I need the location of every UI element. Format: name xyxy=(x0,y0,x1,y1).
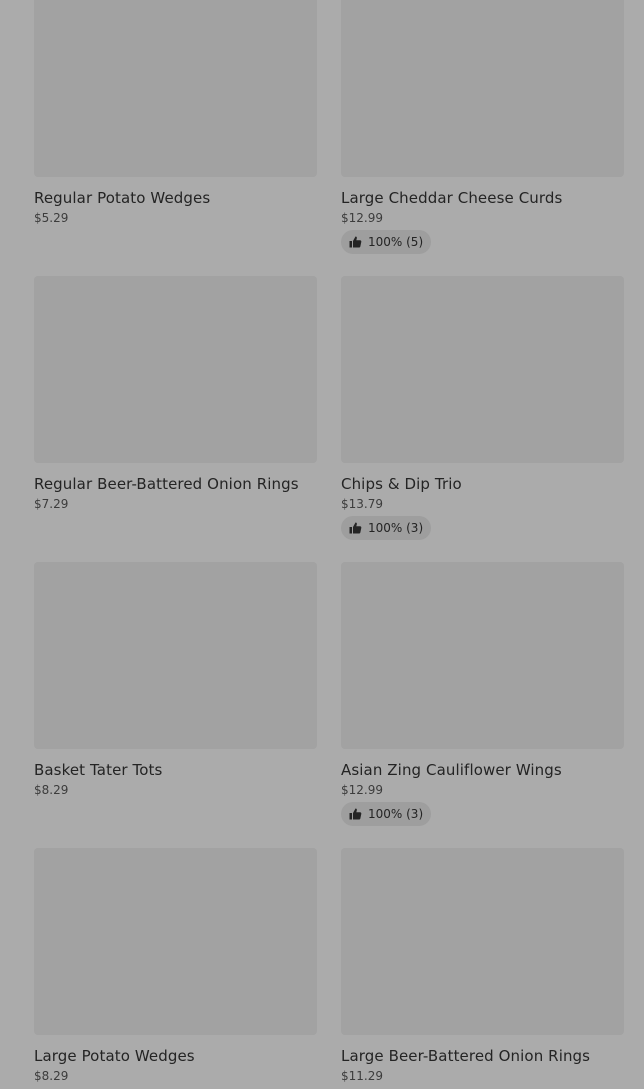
item-name: Basket Tater Tots xyxy=(34,761,163,779)
menu-item-card[interactable]: Large Beer-Battered Onion Rings $11.29 xyxy=(341,848,624,1083)
rating-badge: 100% (3) xyxy=(341,516,432,540)
item-image[interactable] xyxy=(341,276,624,463)
item-name: Regular Beer-Battered Onion Rings xyxy=(34,475,299,493)
item-name: Chips & Dip Trio xyxy=(341,475,462,493)
item-price: $7.29 xyxy=(34,497,69,511)
menu-item-card[interactable]: Large Potato Wedges $8.29 xyxy=(34,848,317,1083)
thumbs-up-icon xyxy=(349,808,362,820)
item-price: $11.29 xyxy=(341,1069,383,1083)
menu-item-card[interactable]: Large Cheddar Cheese Curds $12.99 100% (… xyxy=(341,0,624,254)
thumbs-up-icon xyxy=(349,522,362,534)
menu-item-card[interactable]: Chips & Dip Trio $13.79 100% (3) xyxy=(341,276,624,540)
item-name: Regular Potato Wedges xyxy=(34,189,211,207)
item-image[interactable] xyxy=(341,562,624,749)
rating-text: 100% (3) xyxy=(368,807,424,821)
item-image[interactable] xyxy=(341,0,624,177)
rating-text: 100% (3) xyxy=(368,521,424,535)
menu-item-grid: Regular Potato Wedges $5.29 Large Chedda… xyxy=(0,0,644,1089)
menu-item-card[interactable]: Basket Tater Tots $8.29 xyxy=(34,562,317,797)
item-name: Asian Zing Cauliflower Wings xyxy=(341,761,562,779)
item-name: Large Beer-Battered Onion Rings xyxy=(341,1047,591,1065)
item-price: $13.79 xyxy=(341,497,383,511)
item-image[interactable] xyxy=(34,0,317,177)
rating-badge: 100% (5) xyxy=(341,230,432,254)
rating-badge: 100% (3) xyxy=(341,802,432,826)
item-price: $12.99 xyxy=(341,211,383,225)
menu-item-card[interactable]: Regular Beer-Battered Onion Rings $7.29 xyxy=(34,276,317,511)
item-image[interactable] xyxy=(34,562,317,749)
item-price: $5.29 xyxy=(34,211,69,225)
item-price: $8.29 xyxy=(34,783,69,797)
item-name: Large Cheddar Cheese Curds xyxy=(341,189,563,207)
item-image[interactable] xyxy=(34,848,317,1035)
menu-item-card[interactable]: Asian Zing Cauliflower Wings $12.99 100%… xyxy=(341,562,624,826)
thumbs-up-icon xyxy=(349,236,362,248)
item-image[interactable] xyxy=(34,276,317,463)
item-name: Large Potato Wedges xyxy=(34,1047,195,1065)
item-price: $12.99 xyxy=(341,783,383,797)
item-image[interactable] xyxy=(341,848,624,1035)
rating-text: 100% (5) xyxy=(368,235,424,249)
item-price: $8.29 xyxy=(34,1069,69,1083)
menu-item-card[interactable]: Regular Potato Wedges $5.29 xyxy=(34,0,317,225)
